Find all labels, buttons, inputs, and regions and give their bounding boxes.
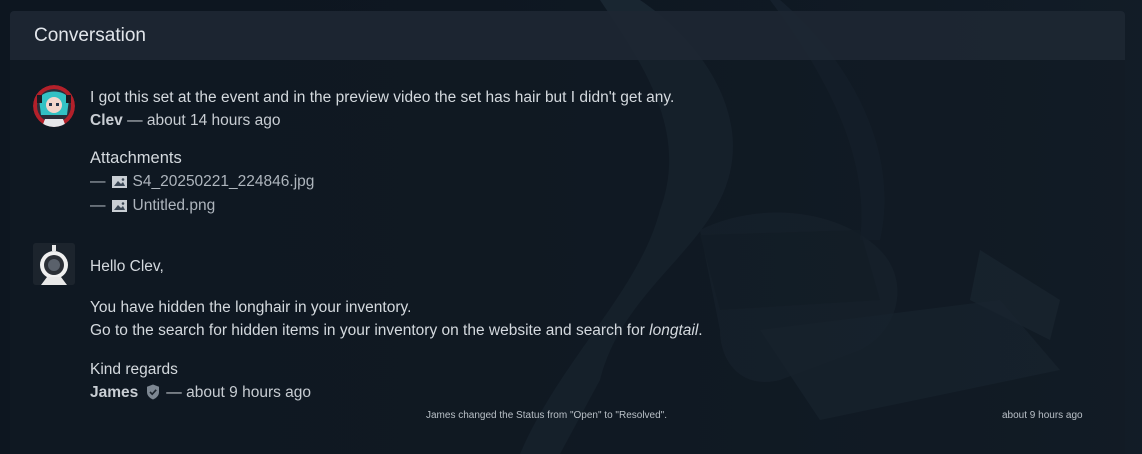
message-meta: James — about 9 hours ago [90,381,1050,404]
message-text: I got this set at the event and in the p… [90,89,675,106]
emphasized-term: longtail [649,322,699,339]
message-time: about 9 hours ago [186,384,312,401]
image-icon [111,200,127,212]
attachments-title: Attachments [90,149,182,167]
conversation-panel: Conversation I got this set at the event… [10,11,1125,454]
separator: — [166,384,182,401]
shield-check-icon [147,384,160,400]
message-text: Go to the search for hidden items in you… [90,322,650,339]
robot-avatar-icon [33,243,75,285]
status-change-event: James changed the Status from "Open" to … [426,410,667,421]
avatar[interactable] [33,243,75,285]
avatar[interactable] [33,85,75,127]
attachment-item[interactable]: — S4_20250221_224846.jpg [90,170,1050,194]
image-icon [111,176,127,188]
attachment-link[interactable]: S4_20250221_224846.jpg [133,170,315,194]
author-name[interactable]: James [90,384,138,401]
message-line: Go to the search for hidden items in you… [90,319,1050,342]
message-body: Hello Clev, You have hidden the longhair… [90,255,1050,404]
attachment-dash: — [90,173,106,190]
message-body: I got this set at the event and in the p… [90,86,1050,218]
attachment-item[interactable]: — Untitled.png [90,194,1050,218]
separator: — [127,112,143,129]
message-line: You have hidden the longhair in your inv… [90,299,412,316]
panel-title: Conversation [34,24,146,46]
message-greeting: Hello Clev, [90,258,164,275]
message-meta: Clev — about 14 hours ago [90,109,1050,132]
panel-header: Conversation [10,11,1125,60]
message-time: about 14 hours ago [146,112,281,129]
user-avatar-icon [33,85,75,127]
message-text: . [698,322,703,339]
attachment-link[interactable]: Untitled.png [133,194,216,218]
author-name[interactable]: Clev [90,112,123,129]
attachment-dash: — [90,197,106,214]
message-closing: Kind regards [90,361,178,378]
status-change-time: about 9 hours ago [1002,410,1083,421]
